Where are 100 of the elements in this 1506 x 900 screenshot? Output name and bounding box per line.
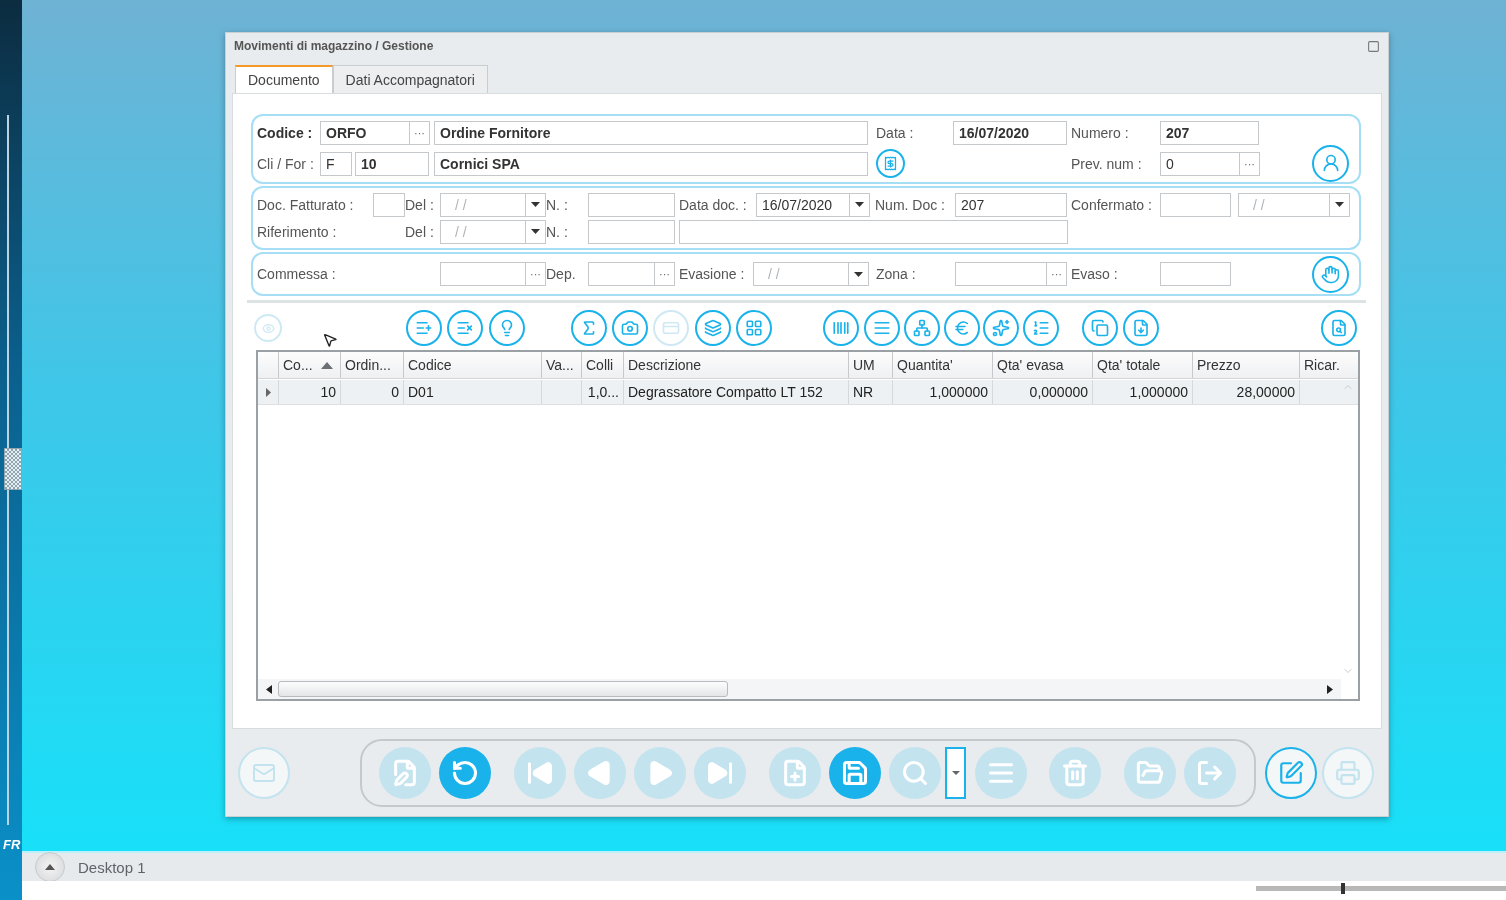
list-add-icon xyxy=(415,319,433,337)
toolbar-button[interactable] xyxy=(904,310,940,346)
text-field[interactable]: Ordine Fornitore xyxy=(434,120,868,145)
field-label: Codice : xyxy=(257,124,314,141)
navigation-button[interactable] xyxy=(829,746,881,799)
column-header[interactable]: UM xyxy=(848,352,892,378)
table-cell: 10 xyxy=(278,380,340,404)
edit-button[interactable] xyxy=(1265,746,1317,799)
trash-icon xyxy=(1061,758,1089,787)
lookup-button[interactable]: ··· xyxy=(654,263,674,285)
toolbar-button[interactable] xyxy=(406,310,442,346)
date-field[interactable]: 16/07/2020 xyxy=(953,120,1067,145)
expand-button[interactable] xyxy=(35,852,65,882)
text-field[interactable] xyxy=(588,192,675,217)
tab[interactable]: Dati Accompagnatori xyxy=(332,65,488,93)
text-field[interactable] xyxy=(373,192,405,217)
text-field[interactable]: ··· xyxy=(440,262,546,286)
toolbar-button[interactable] xyxy=(695,310,731,346)
lookup-button[interactable]: ··· xyxy=(1239,152,1259,175)
resize-handle[interactable] xyxy=(4,448,22,490)
field-label: Cli / For : xyxy=(257,155,315,172)
desktop-label: Desktop 1 xyxy=(78,858,146,876)
tab[interactable]: Documento xyxy=(235,65,333,93)
column-header[interactable]: Qta' evasa xyxy=(992,352,1092,378)
zoom-slider[interactable] xyxy=(1256,886,1506,891)
contact-button[interactable] xyxy=(1312,144,1349,182)
text-field[interactable]: 10 xyxy=(355,151,429,176)
field-label: Del : xyxy=(405,223,435,240)
text-field[interactable] xyxy=(1160,192,1231,217)
field-label: Prev. num : xyxy=(1071,155,1143,172)
text-field[interactable]: 207 xyxy=(955,192,1067,217)
sparkles-icon xyxy=(992,319,1010,337)
toolbar-button[interactable] xyxy=(864,310,900,346)
printer-icon xyxy=(1335,759,1361,786)
toolbar-button[interactable] xyxy=(489,310,525,346)
table-cell: 1,0... xyxy=(581,380,623,404)
save-icon xyxy=(841,758,869,787)
toolbar-button[interactable] xyxy=(612,310,648,346)
column-header[interactable]: Ricar. xyxy=(1299,352,1341,378)
field-label: Numero : xyxy=(1071,124,1130,141)
details-button[interactable] xyxy=(876,149,905,178)
lookup-button[interactable]: ··· xyxy=(409,121,429,144)
toolbar-button[interactable] xyxy=(1023,310,1059,346)
lookup-button[interactable]: ··· xyxy=(525,263,545,285)
text-field[interactable] xyxy=(679,219,1068,244)
lookup-button[interactable]: ··· xyxy=(1046,263,1066,285)
toolbar-button[interactable] xyxy=(983,310,1019,346)
maximize-icon[interactable] xyxy=(1367,39,1380,53)
barcode-icon xyxy=(832,319,850,337)
toolbar-button[interactable] xyxy=(1321,310,1357,346)
layers-icon xyxy=(704,319,722,337)
list-icon xyxy=(1032,319,1050,337)
table-cell: D01 xyxy=(403,380,541,404)
field-label: N. : xyxy=(546,223,569,240)
text-field[interactable]: Cornici SPA xyxy=(434,151,868,176)
toolbar-button[interactable] xyxy=(447,310,483,346)
date-field[interactable]: 16/07/2020 xyxy=(756,192,870,217)
text-field[interactable]: 0 ··· xyxy=(1160,151,1260,176)
file-add-icon xyxy=(781,758,809,787)
grid-icon xyxy=(745,319,763,337)
scroll-left-icon[interactable] xyxy=(266,684,272,694)
column-header[interactable]: Co... xyxy=(278,352,340,378)
column-header[interactable]: Descrizione xyxy=(623,352,848,378)
toolbar-button[interactable] xyxy=(571,310,607,346)
navigation-button[interactable] xyxy=(439,746,491,799)
column-header[interactable]: Prezzo xyxy=(1192,352,1299,378)
column-header[interactable]: Quantita' xyxy=(892,352,992,378)
text-field[interactable] xyxy=(1160,262,1231,286)
table-cell: 28,00000 xyxy=(1192,380,1299,404)
text-field[interactable]: ··· xyxy=(588,262,675,286)
toolbar-button[interactable] xyxy=(736,310,772,346)
table-cell: Degrassatore Compatto LT 152 xyxy=(623,380,848,404)
field-label: Evaso : xyxy=(1071,266,1119,282)
strip-label: FR xyxy=(3,837,21,852)
table-cell: NR xyxy=(848,380,892,404)
action-button[interactable] xyxy=(1312,255,1349,293)
column-header[interactable]: Colli xyxy=(581,352,623,378)
folder-icon xyxy=(1136,758,1164,787)
field-label: Zona : xyxy=(876,266,917,282)
toolbar-button[interactable] xyxy=(1123,310,1159,346)
table-row[interactable]: 10 0 D01 1,0... Degrassatore Compatto LT 152 NR 1,000000 0,000000 1,000000 28,00000 xyxy=(258,380,1358,405)
column-header[interactable]: Qta' totale xyxy=(1092,352,1192,378)
text-field[interactable]: ORFO ··· xyxy=(320,120,430,145)
toolbar-button[interactable] xyxy=(823,310,859,346)
scroll-right-icon[interactable] xyxy=(1327,684,1333,694)
undo-icon xyxy=(451,758,479,787)
toolbar-button[interactable] xyxy=(944,310,980,346)
dropdown-button[interactable] xyxy=(945,746,966,799)
text-field[interactable] xyxy=(588,219,675,244)
list-remove-icon xyxy=(456,319,474,337)
text-field[interactable]: F xyxy=(320,151,352,176)
toolbar-button[interactable] xyxy=(1082,310,1118,346)
text-field[interactable]: ··· xyxy=(955,262,1067,286)
column-header[interactable]: Codice xyxy=(403,352,541,378)
column-header[interactable]: Va... xyxy=(541,352,581,378)
text-field[interactable]: 207 xyxy=(1160,120,1259,145)
lines-icon xyxy=(873,319,891,337)
column-header[interactable]: Ordin... xyxy=(340,352,403,378)
slider-thumb[interactable] xyxy=(1341,883,1345,894)
horizontal-scrollbar[interactable] xyxy=(258,679,1341,699)
